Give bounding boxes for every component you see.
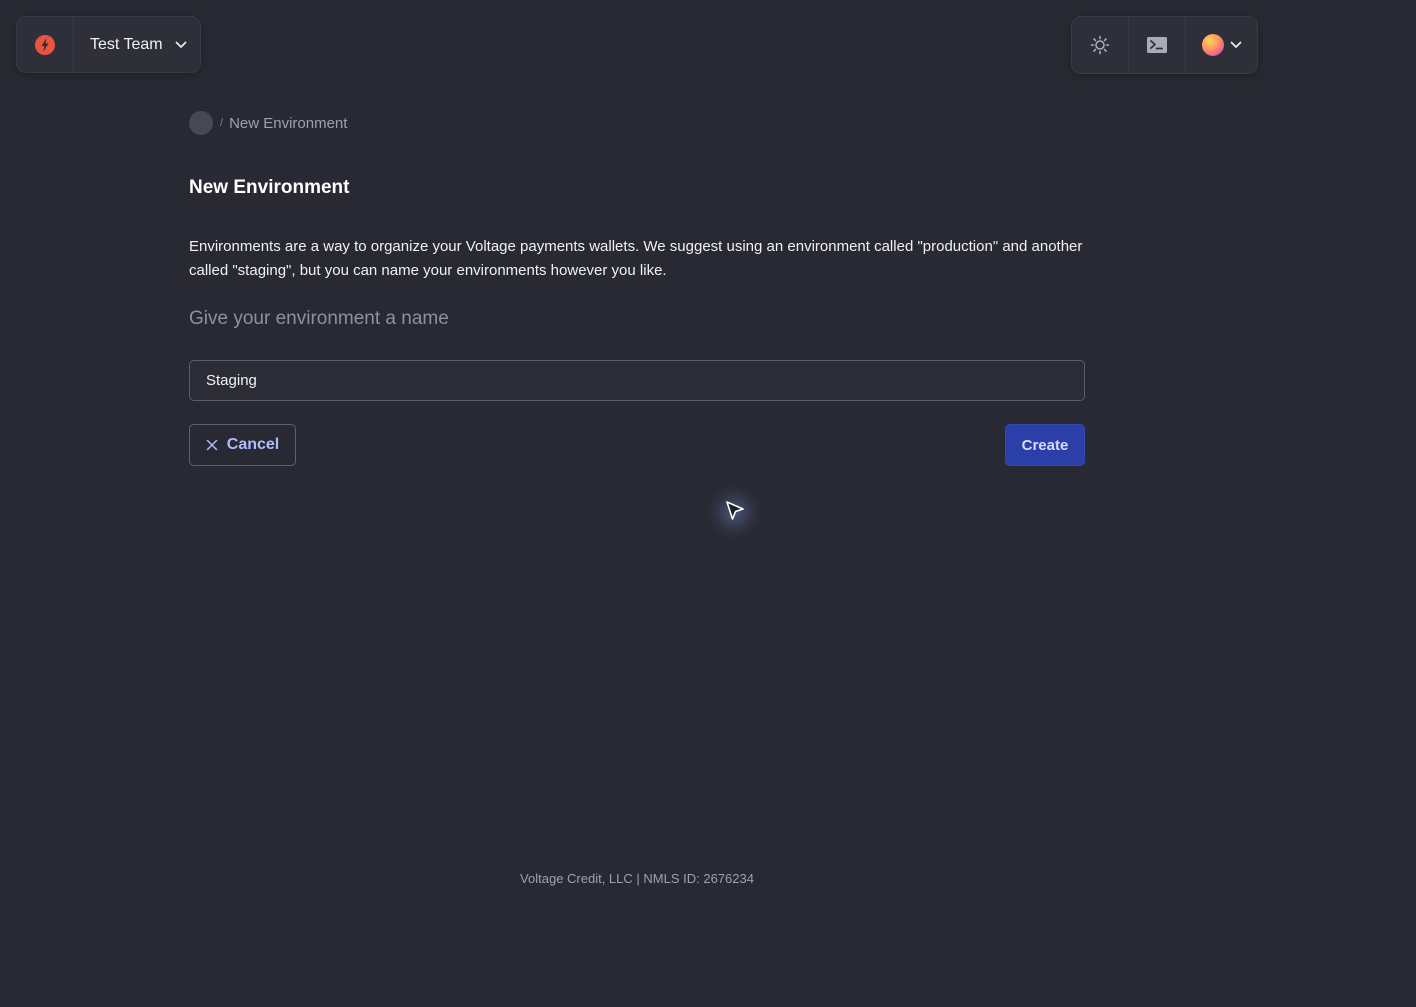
terminal-button[interactable] (1129, 17, 1186, 73)
team-name: Test Team (90, 35, 163, 53)
theme-toggle-button[interactable] (1072, 17, 1129, 73)
environment-name-label: Give your environment a name (189, 308, 449, 329)
mouse-pointer-icon (726, 501, 744, 520)
environment-name-input[interactable] (189, 360, 1085, 401)
breadcrumb-current: New Environment (229, 114, 348, 132)
top-actions (1071, 16, 1258, 74)
breadcrumb-separator: / (220, 117, 224, 129)
team-switcher[interactable]: Test Team (16, 16, 201, 73)
footer-legal-text: Voltage Credit, LLC | NMLS ID: 2676234 (520, 871, 754, 886)
breadcrumb: / New Environment (189, 111, 347, 135)
chevron-down-icon (174, 38, 188, 52)
close-icon (206, 439, 218, 451)
cancel-label: Cancel (226, 436, 280, 453)
chevron-down-icon (1230, 36, 1242, 54)
page-title: New Environment (189, 177, 350, 198)
cancel-button[interactable]: Cancel (189, 424, 296, 466)
breadcrumb-home-icon[interactable] (189, 111, 213, 135)
user-avatar (1201, 34, 1224, 56)
account-menu-button[interactable] (1186, 17, 1257, 73)
sun-icon (1090, 35, 1110, 55)
page-description: Environments are a way to organize your … (189, 238, 1083, 279)
terminal-icon (1147, 37, 1167, 53)
team-logo[interactable] (17, 17, 74, 72)
create-button[interactable]: Create (1005, 424, 1085, 466)
voltage-logo-icon (35, 34, 55, 55)
